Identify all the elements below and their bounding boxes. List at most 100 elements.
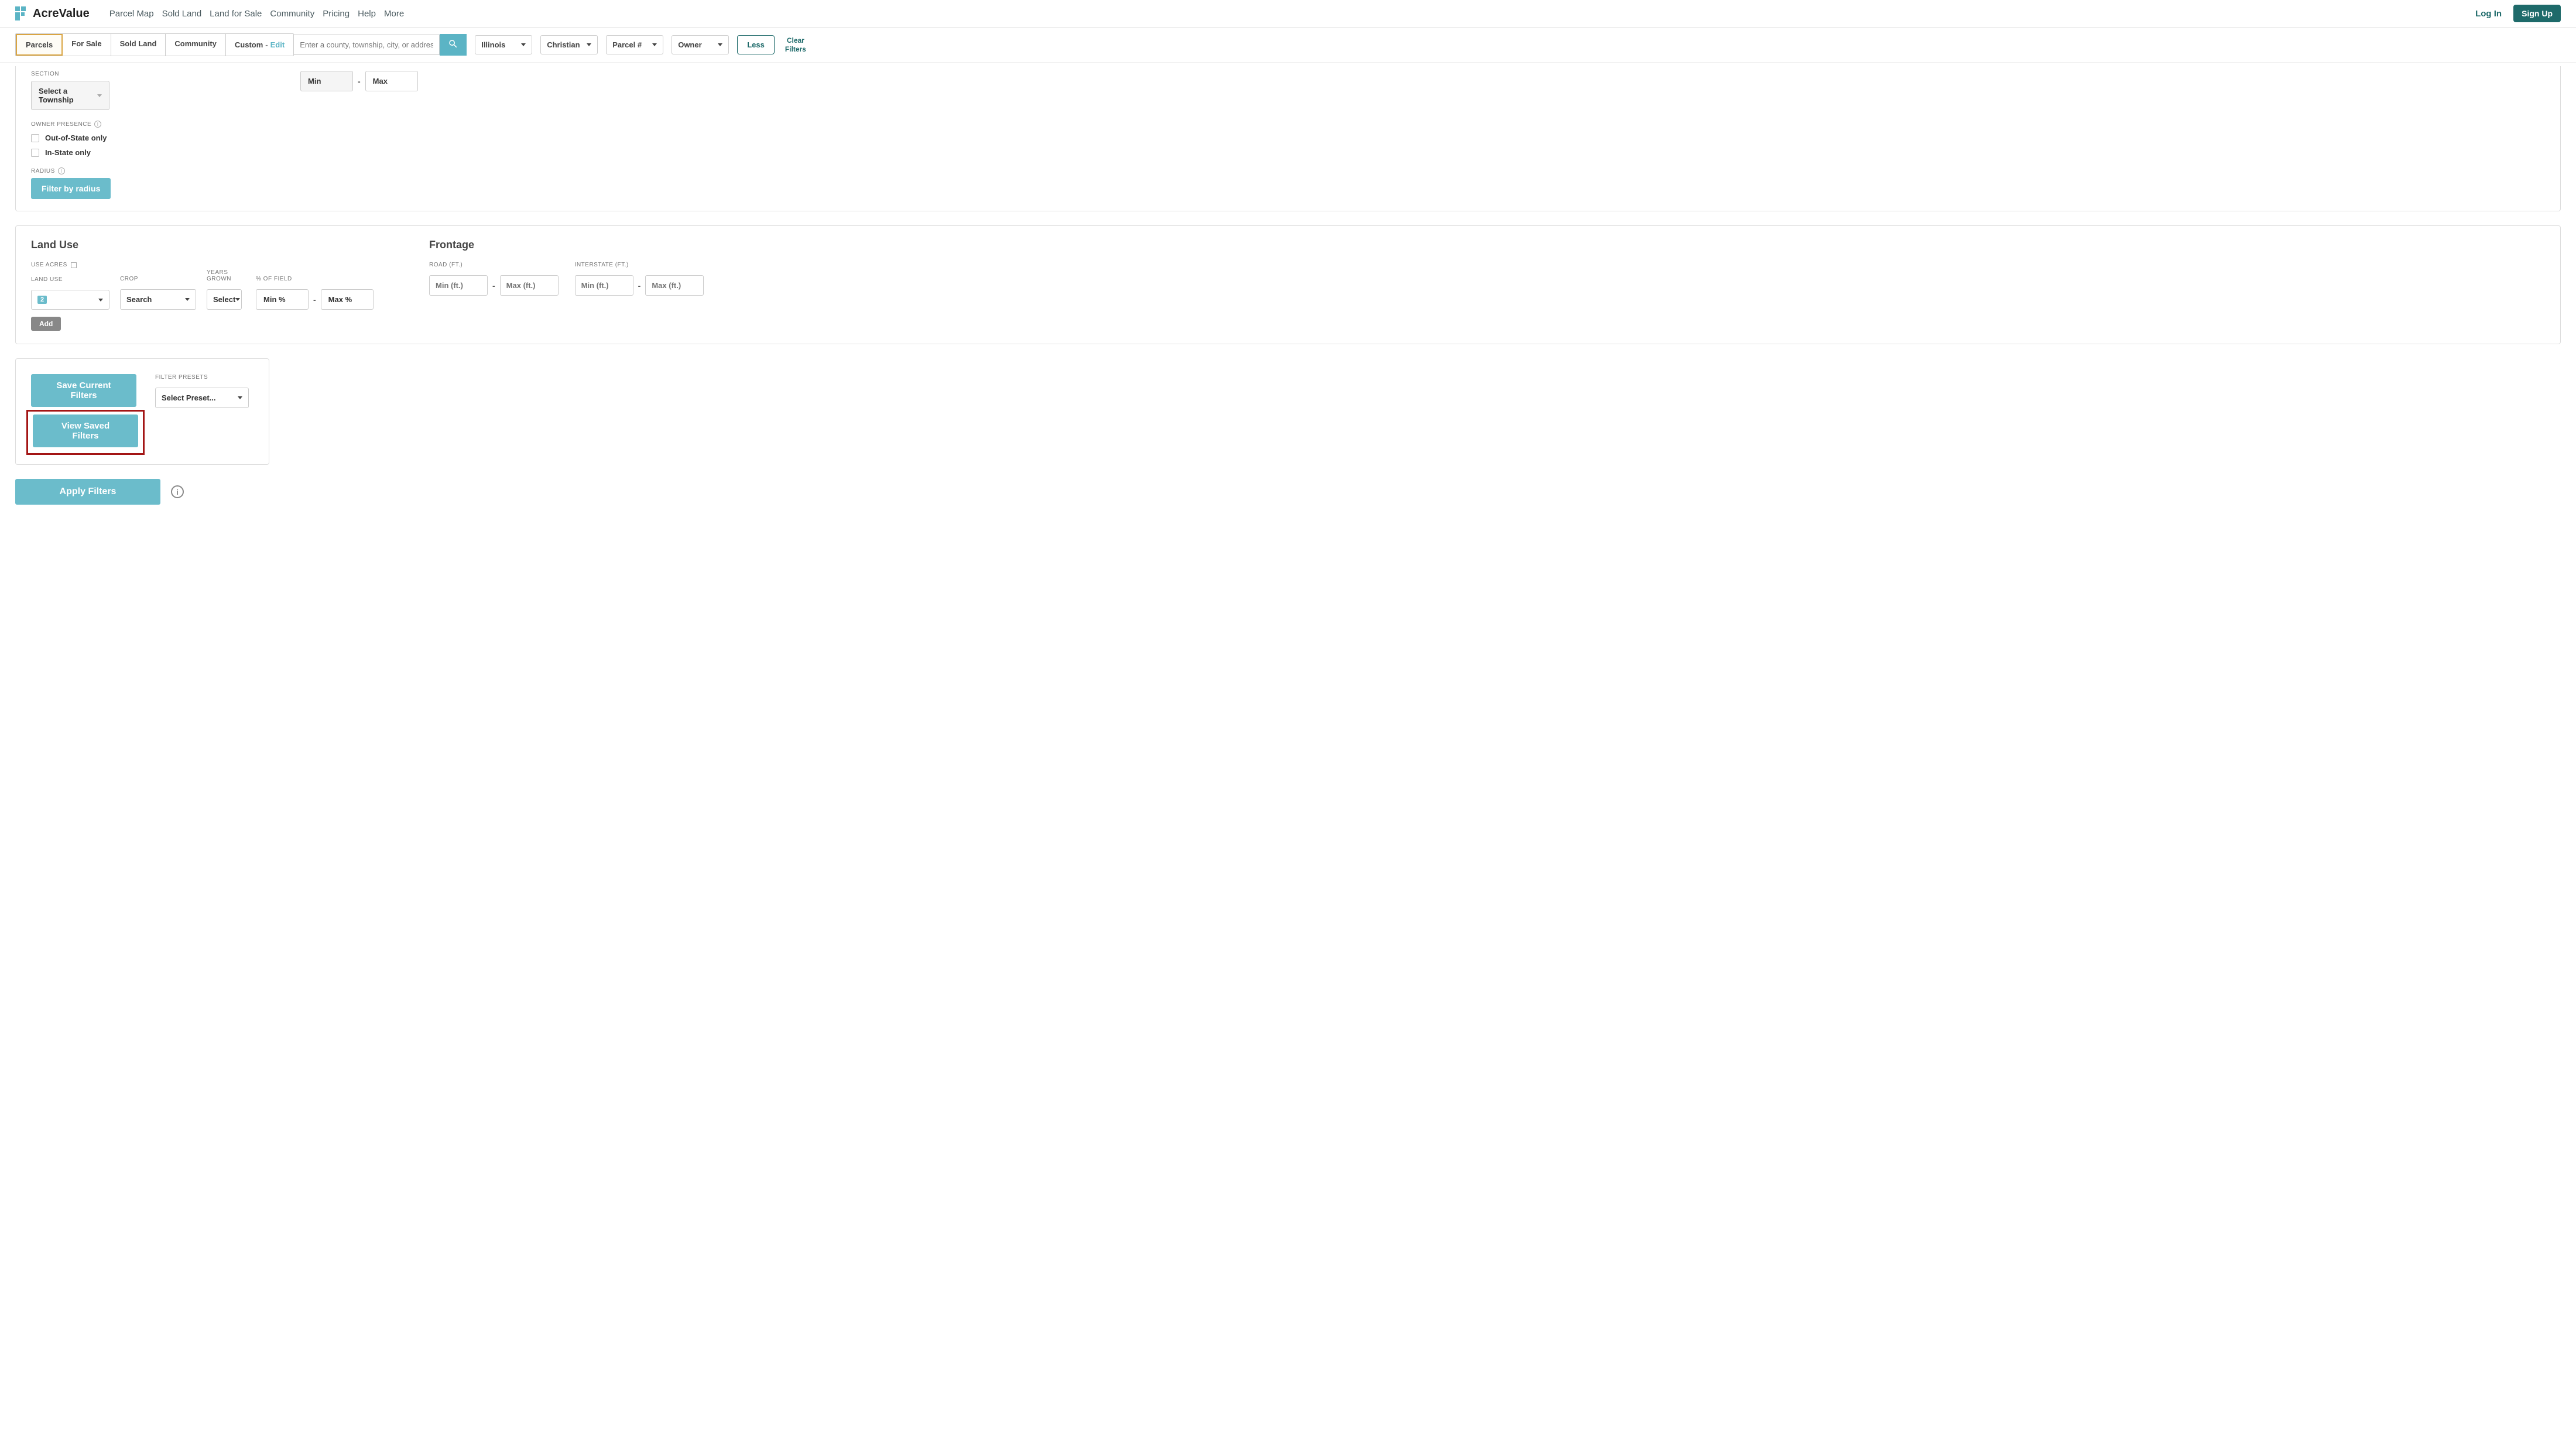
land-use-select[interactable]: 2 [31,290,109,310]
info-icon[interactable]: i [171,485,184,498]
nav-sold-land[interactable]: Sold Land [162,6,202,21]
add-button[interactable]: Add [31,317,61,331]
nav-community[interactable]: Community [270,6,314,21]
clear-filters-link[interactable]: Clear Filters [785,36,806,53]
checkbox-out-of-state[interactable]: Out-of-State only [31,133,224,142]
tab-sold-land[interactable]: Sold Land [111,34,166,56]
tab-for-sale[interactable]: For Sale [63,34,111,56]
crop-select[interactable]: Search [120,289,196,310]
owner-presence-label: OWNER PRESENCE i [31,121,224,128]
nav-parcel-map[interactable]: Parcel Map [109,6,154,21]
filter-radius-button[interactable]: Filter by radius [31,178,111,199]
chevron-down-icon [235,298,240,301]
interstate-min-input[interactable] [575,275,633,296]
township-value: Select a Township [39,87,97,104]
pct-min-input[interactable]: Min % [256,289,309,310]
chevron-down-icon [98,299,103,302]
land-use-badge: 2 [37,296,47,304]
pct-label: % OF FIELD [256,276,374,282]
presets-panel: Save Current Filters View Saved Filters … [15,358,269,465]
years-select[interactable]: Select [207,289,242,310]
state-dropdown[interactable]: Illinois [475,35,532,54]
chevron-down-icon [587,43,591,46]
nav-help[interactable]: Help [358,6,376,21]
search-input[interactable] [293,35,440,55]
section-label: SECTION [31,71,224,77]
search-icon [448,39,458,49]
pct-max-input[interactable]: Max % [321,289,374,310]
years-value: Select [213,295,235,304]
location-filter-panel: SECTION Select a Township OWNER PRESENCE… [15,66,2561,211]
chevron-down-icon [652,43,657,46]
presets-label: FILTER PRESETS [155,374,249,381]
chevron-down-icon [97,94,102,97]
township-select[interactable]: Select a Township [31,81,109,110]
checkbox-in-state[interactable]: In-State only [31,148,224,157]
filter-bar: Parcels For Sale Sold Land Community Cus… [0,28,2576,63]
chevron-down-icon [718,43,722,46]
parcel-value: Parcel # [612,40,642,49]
range-dash: - [638,281,641,290]
interstate-max-input[interactable] [645,275,704,296]
nav-land-for-sale[interactable]: Land for Sale [210,6,262,21]
chevron-down-icon [185,298,190,301]
tab-parcels[interactable]: Parcels [16,34,63,56]
signup-button[interactable]: Sign Up [2513,5,2561,22]
nav-more[interactable]: More [384,6,404,21]
highlight-annotation: View Saved Filters [26,410,145,455]
logo[interactable]: AcreValue [15,6,90,20]
owner-value: Owner [678,40,701,49]
use-acres-checkbox[interactable] [71,262,77,268]
view-saved-filters-button[interactable]: View Saved Filters [33,415,138,447]
preset-value: Select Preset... [162,393,216,402]
interstate-label: INTERSTATE (FT.) [575,262,704,268]
info-icon[interactable]: i [94,121,101,128]
land-use-frontage-panel: Land Use USE ACRES LAND USE 2 CROP Searc… [15,225,2561,344]
crop-label: CROP [120,276,196,282]
road-label: ROAD (FT.) [429,262,559,268]
crop-value: Search [126,295,152,304]
apply-filters-button[interactable]: Apply Filters [15,479,160,505]
owner-dropdown[interactable]: Owner [672,35,729,54]
main-nav: Parcel Map Sold Land Land for Sale Commu… [109,6,404,21]
filter-tabs: Parcels For Sale Sold Land Community Cus… [15,33,294,56]
tab-custom-edit[interactable]: Edit [270,40,285,49]
max-input[interactable]: Max [365,71,418,91]
tab-custom-dash: - [265,40,268,49]
range-dash: - [492,281,495,290]
use-acres-label: USE ACRES [31,262,67,268]
county-dropdown[interactable]: Christian [540,35,598,54]
save-filters-button[interactable]: Save Current Filters [31,374,136,407]
min-input[interactable]: Min [300,71,353,91]
county-value: Christian [547,40,580,49]
range-dash: - [358,77,361,86]
info-icon[interactable]: i [58,167,65,174]
parcel-dropdown[interactable]: Parcel # [606,35,663,54]
checkbox-icon [31,134,39,142]
login-link[interactable]: Log In [2475,9,2502,19]
land-use-label: LAND USE [31,276,109,283]
clear-line2: Filters [785,45,806,53]
checkbox-out-label: Out-of-State only [45,133,107,142]
nav-pricing[interactable]: Pricing [323,6,350,21]
checkbox-in-label: In-State only [45,148,91,157]
tab-custom[interactable]: Custom - Edit [226,34,293,56]
road-min-input[interactable] [429,275,488,296]
years-label: YEARS GROWN [207,269,245,282]
radius-label: RADIUS i [31,167,224,174]
checkbox-icon [31,149,39,157]
range-dash: - [313,295,316,304]
land-use-title: Land Use [31,239,429,251]
logo-icon [15,6,29,20]
logo-text: AcreValue [33,7,90,20]
chevron-down-icon [238,396,242,399]
tab-custom-label: Custom [235,40,263,49]
less-button[interactable]: Less [737,35,775,54]
chevron-down-icon [521,43,526,46]
state-value: Illinois [481,40,505,49]
frontage-title: Frontage [429,239,704,251]
tab-community[interactable]: Community [166,34,226,56]
road-max-input[interactable] [500,275,559,296]
search-button[interactable] [440,34,467,56]
preset-select[interactable]: Select Preset... [155,388,249,408]
